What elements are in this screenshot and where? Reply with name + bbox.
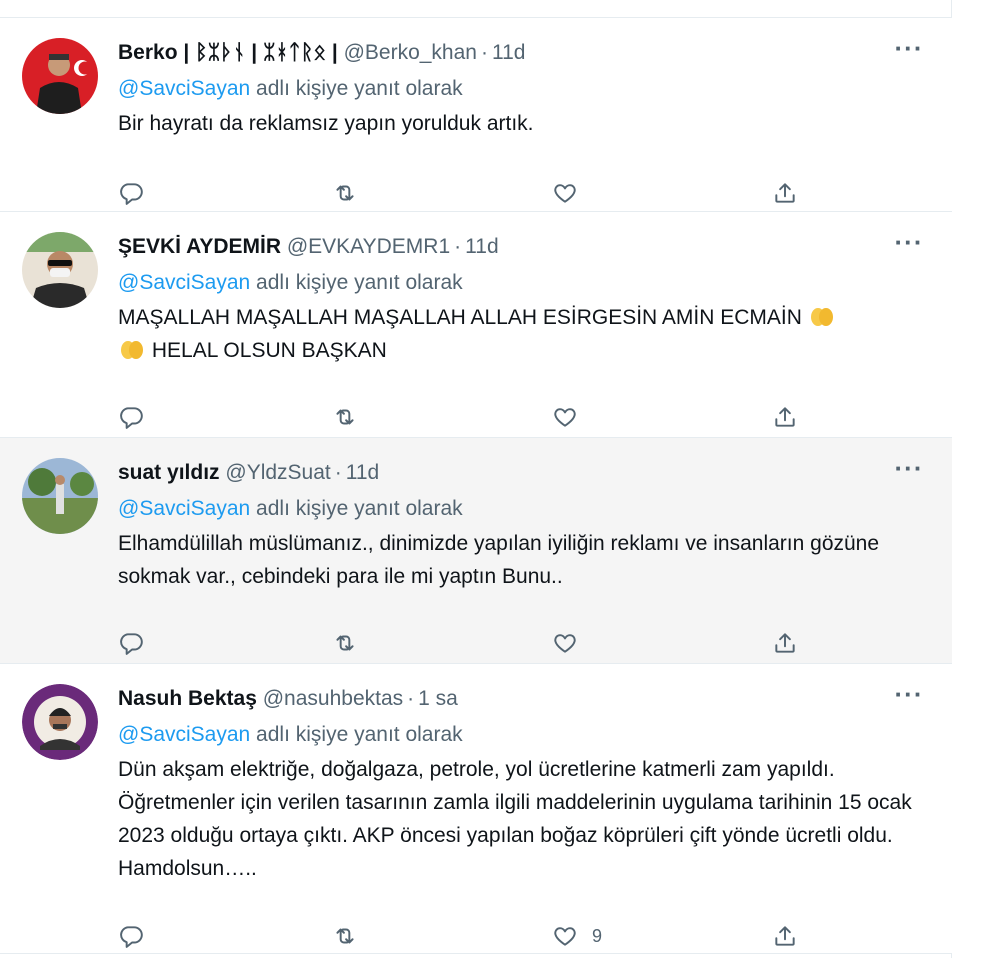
heart-icon [554, 634, 576, 653]
mention-link[interactable]: @SavciSayan [118, 723, 250, 746]
mention-link[interactable]: @SavciSayan [118, 271, 250, 294]
avatar[interactable] [22, 232, 98, 308]
heart-icon [554, 927, 576, 946]
reply-context-label: adlı kişiye yanıt olarak [250, 271, 463, 294]
tweet-text: Dün akşam elektriğe, doğalgaza, petrole,… [118, 758, 912, 880]
share-button[interactable] [772, 178, 798, 208]
tweet-time[interactable]: 11d [465, 235, 498, 258]
author-handle[interactable]: @nasuhbektas [263, 687, 403, 710]
reply-button[interactable] [118, 628, 144, 658]
author-handle[interactable]: @YldzSuat [225, 461, 330, 484]
retweet-button[interactable] [332, 402, 358, 432]
author-name[interactable]: ŞEVKİ AYDEMİR [118, 235, 281, 258]
action-bar [118, 402, 924, 432]
tweet-suat[interactable]: suat yıldız @YldzSuat · 11d ··· @SavciSaya… [0, 438, 952, 664]
tweet-header: Nasuh Bektaş @nasuhbektas · 1 sa [118, 684, 924, 714]
share-icon [775, 183, 795, 203]
like-button[interactable] [552, 402, 578, 432]
more-icon[interactable]: ··· [894, 229, 924, 260]
heart-icon [554, 184, 576, 203]
tweet-header: suat yıldız @YldzSuat · 11d [118, 458, 924, 488]
avatar[interactable] [22, 38, 98, 114]
share-button[interactable] [772, 628, 798, 658]
retweet-icon [336, 928, 354, 944]
retweet-icon [336, 409, 354, 425]
more-icon[interactable]: ··· [894, 455, 924, 486]
tweet-text: Bir hayratı da reklamsız yapın yorulduk … [118, 112, 534, 135]
tweet-sevki[interactable]: ŞEVKİ AYDEMİR @EVKAYDEMR1 · 11d ··· @Savci… [0, 212, 952, 438]
reply-context-label: adlı kişiye yanıt olarak [250, 77, 463, 100]
mention-link[interactable]: @SavciSayan [118, 497, 250, 520]
reply-context: @SavciSayan adlı kişiye yanıt olarak [118, 74, 924, 104]
author-name[interactable]: Berko | ᛒᛯᚦᚾ | ᛯᚼᛏᚱᛟ | [118, 41, 338, 64]
separator-dot: · [454, 235, 462, 258]
tweet-header: Berko | ᛒᛯᚦᚾ | ᛯᚼᛏᚱᛟ | @Berko_khan · 11d [118, 38, 924, 68]
reply-context: @SavciSayan adlı kişiye yanıt olarak [118, 494, 924, 524]
like-button[interactable] [552, 628, 578, 658]
more-icon[interactable]: ··· [894, 35, 924, 66]
reply-button[interactable] [118, 921, 144, 951]
retweet-button[interactable] [332, 628, 358, 658]
retweet-icon [336, 185, 354, 201]
share-button[interactable] [772, 402, 798, 432]
avatar[interactable] [22, 458, 98, 534]
reply-context: @SavciSayan adlı kişiye yanıt olarak [118, 268, 924, 298]
author-handle[interactable]: @Berko_khan [344, 41, 477, 64]
separator-dot: · [407, 687, 415, 710]
heart-icon [554, 408, 576, 427]
retweet-button[interactable] [332, 178, 358, 208]
reply-context-label: adlı kişiye yanıt olarak [250, 723, 463, 746]
share-icon [775, 926, 795, 946]
retweet-button[interactable] [332, 921, 358, 951]
reply-icon [120, 407, 143, 429]
clapping-hands-icon [810, 308, 833, 326]
reply-context-label: adlı kişiye yanıt olarak [250, 497, 463, 520]
retweet-icon [336, 635, 354, 651]
mention-link[interactable]: @SavciSayan [118, 77, 250, 100]
tweet-nasuh[interactable]: Nasuh Bektaş @nasuhbektas · 1 sa ··· @Savc… [0, 664, 952, 954]
separator-dot: · [480, 41, 488, 64]
tweet-text: Elhamdülillah müslümanız., dinimizde yap… [118, 532, 880, 588]
tweet-time[interactable]: 11d [492, 41, 525, 64]
reply-icon [120, 633, 143, 655]
tweet-text-line: MAŞALLAH MAŞALLAH MAŞALLAH ALLAH ESİRGES… [118, 306, 802, 329]
tweet-berko[interactable]: Berko | ᛒᛯᚦᚾ | ᛯᚼᛏᚱᛟ | @Berko_khan · 11d ·… [0, 18, 952, 212]
author-handle[interactable]: @EVKAYDEMR1 [287, 235, 450, 258]
reply-button[interactable] [118, 178, 144, 208]
reply-icon [120, 926, 143, 948]
separator-dot: · [334, 461, 342, 484]
reply-button[interactable] [118, 402, 144, 432]
reply-icon [120, 183, 143, 205]
tweet-text-line: HELAL OLSUN BAŞKAN [151, 339, 387, 362]
like-button[interactable]: 9 [552, 921, 602, 951]
more-icon[interactable]: ··· [894, 681, 924, 712]
action-bar [118, 628, 924, 658]
reply-context: @SavciSayan adlı kişiye yanıt olarak [118, 720, 924, 750]
previous-tweet-edge [0, 0, 952, 18]
tweet-text: MAŞALLAH MAŞALLAH MAŞALLAH ALLAH ESİRGES… [118, 301, 924, 367]
action-bar [118, 178, 924, 208]
clapping-hands-icon [121, 341, 143, 359]
share-icon [775, 407, 795, 427]
tweet-time[interactable]: 1 sa [418, 687, 458, 710]
share-icon [775, 633, 795, 653]
action-bar: 9 [118, 921, 924, 951]
tweet-header: ŞEVKİ AYDEMİR @EVKAYDEMR1 · 11d [118, 232, 924, 262]
share-button[interactable] [772, 921, 798, 951]
timeline: Berko | ᛒᛯᚦᚾ | ᛯᚼᛏᚱᛟ | @Berko_khan · 11d ·… [0, 0, 952, 958]
tweet-time[interactable]: 11d [346, 461, 379, 484]
like-button[interactable] [552, 178, 578, 208]
like-count: 9 [592, 925, 603, 946]
avatar[interactable] [22, 684, 98, 760]
author-name[interactable]: suat yıldız [118, 461, 220, 484]
author-name[interactable]: Nasuh Bektaş [118, 687, 257, 710]
